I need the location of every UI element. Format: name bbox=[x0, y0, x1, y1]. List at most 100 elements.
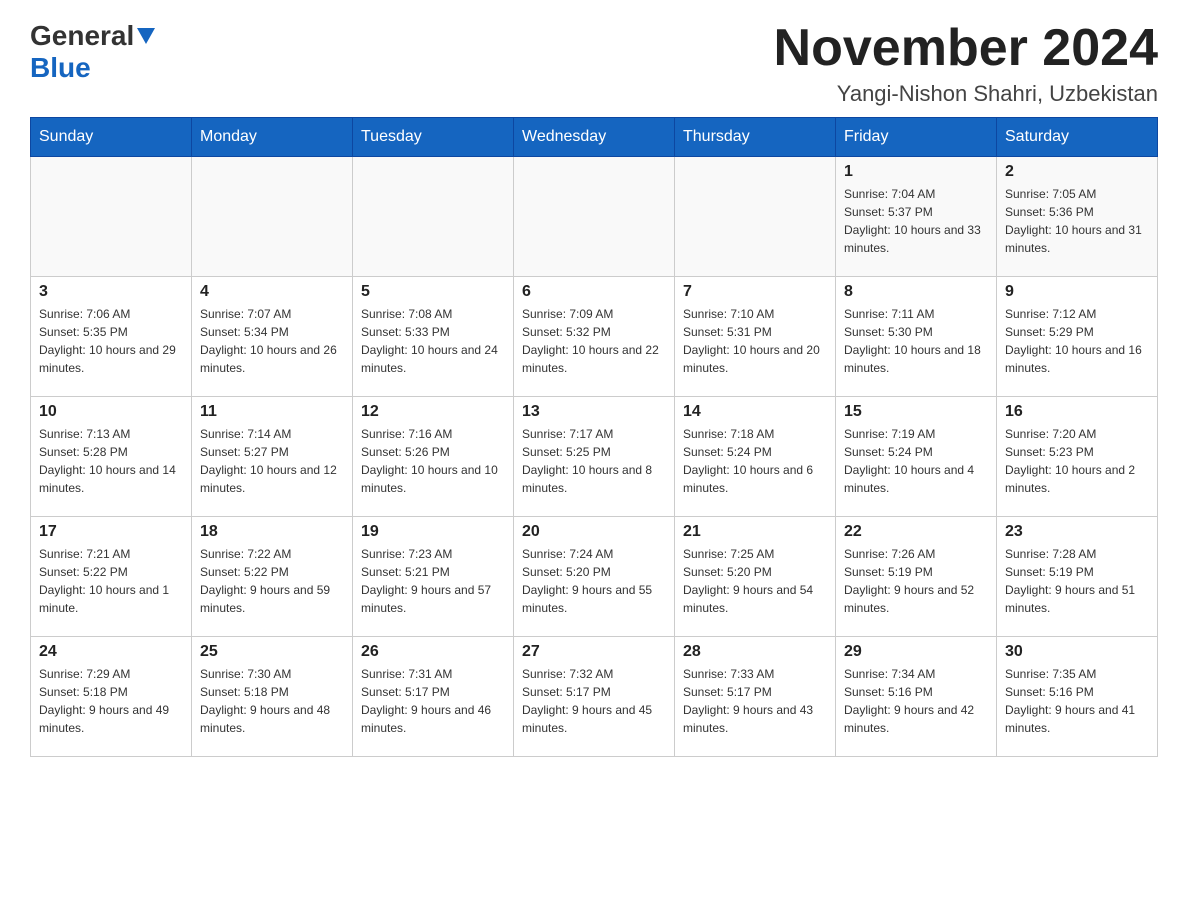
calendar-day-cell: 1 Sunrise: 7:04 AMSunset: 5:37 PMDaylight… bbox=[836, 157, 997, 277]
calendar-day-cell: 20 Sunrise: 7:24 AMSunset: 5:20 PMDayligh… bbox=[514, 517, 675, 637]
calendar-day-cell: 15 Sunrise: 7:19 AMSunset: 5:24 PMDayligh… bbox=[836, 397, 997, 517]
page-header: General Blue November 2024 Yangi-Nishon … bbox=[30, 20, 1158, 107]
day-of-week-header: Sunday bbox=[31, 118, 192, 157]
day-number: 11 bbox=[200, 403, 344, 421]
calendar-week-row: 10Sunrise: 7:13 AMSunset: 5:28 PMDayligh… bbox=[31, 397, 1158, 517]
day-sun-info: Sunrise: 7:21 AMSunset: 5:22 PMDaylight:… bbox=[39, 545, 183, 617]
day-sun-info: Sunrise: 7:17 AMSunset: 5:25 PMDaylight:… bbox=[522, 425, 666, 497]
day-number: 3 bbox=[39, 283, 183, 301]
day-sun-info: Sunrise: 7:25 AMSunset: 5:20 PMDaylight:… bbox=[683, 545, 827, 617]
day-of-week-header: Tuesday bbox=[353, 118, 514, 157]
day-number: 13 bbox=[522, 403, 666, 421]
calendar-day-cell: 30 Sunrise: 7:35 AMSunset: 5:16 PMDayligh… bbox=[997, 637, 1158, 757]
calendar-day-cell: 24 Sunrise: 7:29 AMSunset: 5:18 PMDayligh… bbox=[31, 637, 192, 757]
calendar-day-cell bbox=[192, 157, 353, 277]
calendar-day-cell: 23 Sunrise: 7:28 AMSunset: 5:19 PMDayligh… bbox=[997, 517, 1158, 637]
day-number: 12 bbox=[361, 403, 505, 421]
calendar-day-cell: 3 Sunrise: 7:06 AMSunset: 5:35 PMDaylight… bbox=[31, 277, 192, 397]
day-sun-info: Sunrise: 7:33 AMSunset: 5:17 PMDaylight:… bbox=[683, 665, 827, 737]
calendar-day-cell: 6Sunrise: 7:09 AMSunset: 5:32 PMDaylight… bbox=[514, 277, 675, 397]
calendar-week-row: 17 Sunrise: 7:21 AMSunset: 5:22 PMDayligh… bbox=[31, 517, 1158, 637]
day-sun-info: Sunrise: 7:04 AMSunset: 5:37 PMDaylight:… bbox=[844, 185, 988, 257]
calendar-day-cell: 13 Sunrise: 7:17 AMSunset: 5:25 PMDayligh… bbox=[514, 397, 675, 517]
day-sun-info: Sunrise: 7:22 AMSunset: 5:22 PMDaylight:… bbox=[200, 545, 344, 617]
day-of-week-header: Saturday bbox=[997, 118, 1158, 157]
calendar-day-cell: 29 Sunrise: 7:34 AMSunset: 5:16 PMDayligh… bbox=[836, 637, 997, 757]
day-sun-info: Sunrise: 7:18 AMSunset: 5:24 PMDaylight:… bbox=[683, 425, 827, 497]
day-sun-info: Sunrise: 7:24 AMSunset: 5:20 PMDaylight:… bbox=[522, 545, 666, 617]
logo-blue-text: Blue bbox=[30, 52, 91, 83]
calendar-day-cell: 14 Sunrise: 7:18 AMSunset: 5:24 PMDayligh… bbox=[675, 397, 836, 517]
day-sun-info: Sunrise: 7:30 AMSunset: 5:18 PMDaylight:… bbox=[200, 665, 344, 737]
day-number: 6 bbox=[522, 283, 666, 301]
calendar-day-cell: 27Sunrise: 7:32 AMSunset: 5:17 PMDayligh… bbox=[514, 637, 675, 757]
calendar-day-cell: 18Sunrise: 7:22 AMSunset: 5:22 PMDayligh… bbox=[192, 517, 353, 637]
calendar-day-cell: 28Sunrise: 7:33 AMSunset: 5:17 PMDayligh… bbox=[675, 637, 836, 757]
calendar-week-row: 3 Sunrise: 7:06 AMSunset: 5:35 PMDaylight… bbox=[31, 277, 1158, 397]
calendar-day-cell: 16 Sunrise: 7:20 AMSunset: 5:23 PMDayligh… bbox=[997, 397, 1158, 517]
calendar-table: SundayMondayTuesdayWednesdayThursdayFrid… bbox=[30, 117, 1158, 757]
day-number: 2 bbox=[1005, 163, 1149, 181]
day-number: 4 bbox=[200, 283, 344, 301]
day-number: 26 bbox=[361, 643, 505, 661]
day-number: 22 bbox=[844, 523, 988, 541]
calendar-day-cell: 17 Sunrise: 7:21 AMSunset: 5:22 PMDayligh… bbox=[31, 517, 192, 637]
day-sun-info: Sunrise: 7:20 AMSunset: 5:23 PMDaylight:… bbox=[1005, 425, 1149, 497]
calendar-day-cell: 2 Sunrise: 7:05 AMSunset: 5:36 PMDaylight… bbox=[997, 157, 1158, 277]
day-sun-info: Sunrise: 7:06 AMSunset: 5:35 PMDaylight:… bbox=[39, 305, 183, 377]
calendar-day-cell: 12 Sunrise: 7:16 AMSunset: 5:26 PMDayligh… bbox=[353, 397, 514, 517]
day-number: 30 bbox=[1005, 643, 1149, 661]
day-sun-info: Sunrise: 7:08 AMSunset: 5:33 PMDaylight:… bbox=[361, 305, 505, 377]
calendar-day-cell bbox=[514, 157, 675, 277]
day-number: 16 bbox=[1005, 403, 1149, 421]
day-number: 25 bbox=[200, 643, 344, 661]
calendar-day-cell: 10Sunrise: 7:13 AMSunset: 5:28 PMDayligh… bbox=[31, 397, 192, 517]
month-title: November 2024 bbox=[774, 20, 1158, 77]
calendar-day-cell: 4 Sunrise: 7:07 AMSunset: 5:34 PMDaylight… bbox=[192, 277, 353, 397]
day-sun-info: Sunrise: 7:05 AMSunset: 5:36 PMDaylight:… bbox=[1005, 185, 1149, 257]
day-number: 7 bbox=[683, 283, 827, 301]
day-sun-info: Sunrise: 7:07 AMSunset: 5:34 PMDaylight:… bbox=[200, 305, 344, 377]
day-number: 8 bbox=[844, 283, 988, 301]
day-number: 15 bbox=[844, 403, 988, 421]
day-number: 19 bbox=[361, 523, 505, 541]
day-number: 24 bbox=[39, 643, 183, 661]
day-sun-info: Sunrise: 7:31 AMSunset: 5:17 PMDaylight:… bbox=[361, 665, 505, 737]
day-number: 14 bbox=[683, 403, 827, 421]
day-sun-info: Sunrise: 7:10 AMSunset: 5:31 PMDaylight:… bbox=[683, 305, 827, 377]
day-sun-info: Sunrise: 7:19 AMSunset: 5:24 PMDaylight:… bbox=[844, 425, 988, 497]
day-sun-info: Sunrise: 7:34 AMSunset: 5:16 PMDaylight:… bbox=[844, 665, 988, 737]
calendar-day-cell: 19Sunrise: 7:23 AMSunset: 5:21 PMDayligh… bbox=[353, 517, 514, 637]
day-sun-info: Sunrise: 7:13 AMSunset: 5:28 PMDaylight:… bbox=[39, 425, 183, 497]
day-sun-info: Sunrise: 7:12 AMSunset: 5:29 PMDaylight:… bbox=[1005, 305, 1149, 377]
day-of-week-header: Monday bbox=[192, 118, 353, 157]
day-of-week-header: Wednesday bbox=[514, 118, 675, 157]
day-sun-info: Sunrise: 7:35 AMSunset: 5:16 PMDaylight:… bbox=[1005, 665, 1149, 737]
day-number: 23 bbox=[1005, 523, 1149, 541]
logo: General Blue bbox=[30, 20, 155, 84]
day-sun-info: Sunrise: 7:28 AMSunset: 5:19 PMDaylight:… bbox=[1005, 545, 1149, 617]
calendar-week-row: 1 Sunrise: 7:04 AMSunset: 5:37 PMDaylight… bbox=[31, 157, 1158, 277]
day-of-week-header: Thursday bbox=[675, 118, 836, 157]
calendar-day-cell: 8 Sunrise: 7:11 AMSunset: 5:30 PMDaylight… bbox=[836, 277, 997, 397]
calendar-day-cell bbox=[31, 157, 192, 277]
calendar-header-row: SundayMondayTuesdayWednesdayThursdayFrid… bbox=[31, 118, 1158, 157]
calendar-day-cell bbox=[353, 157, 514, 277]
day-sun-info: Sunrise: 7:14 AMSunset: 5:27 PMDaylight:… bbox=[200, 425, 344, 497]
day-number: 1 bbox=[844, 163, 988, 181]
calendar-day-cell: 22Sunrise: 7:26 AMSunset: 5:19 PMDayligh… bbox=[836, 517, 997, 637]
calendar-week-row: 24 Sunrise: 7:29 AMSunset: 5:18 PMDayligh… bbox=[31, 637, 1158, 757]
calendar-day-cell: 9Sunrise: 7:12 AMSunset: 5:29 PMDaylight… bbox=[997, 277, 1158, 397]
location-title: Yangi-Nishon Shahri, Uzbekistan bbox=[774, 81, 1158, 107]
day-number: 20 bbox=[522, 523, 666, 541]
day-number: 21 bbox=[683, 523, 827, 541]
day-number: 17 bbox=[39, 523, 183, 541]
logo-general-text: General bbox=[30, 20, 134, 52]
calendar-day-cell: 7 Sunrise: 7:10 AMSunset: 5:31 PMDaylight… bbox=[675, 277, 836, 397]
title-block: November 2024 Yangi-Nishon Shahri, Uzbek… bbox=[774, 20, 1158, 107]
day-number: 29 bbox=[844, 643, 988, 661]
calendar-day-cell: 26 Sunrise: 7:31 AMSunset: 5:17 PMDayligh… bbox=[353, 637, 514, 757]
day-sun-info: Sunrise: 7:16 AMSunset: 5:26 PMDaylight:… bbox=[361, 425, 505, 497]
day-sun-info: Sunrise: 7:29 AMSunset: 5:18 PMDaylight:… bbox=[39, 665, 183, 737]
day-sun-info: Sunrise: 7:11 AMSunset: 5:30 PMDaylight:… bbox=[844, 305, 988, 377]
